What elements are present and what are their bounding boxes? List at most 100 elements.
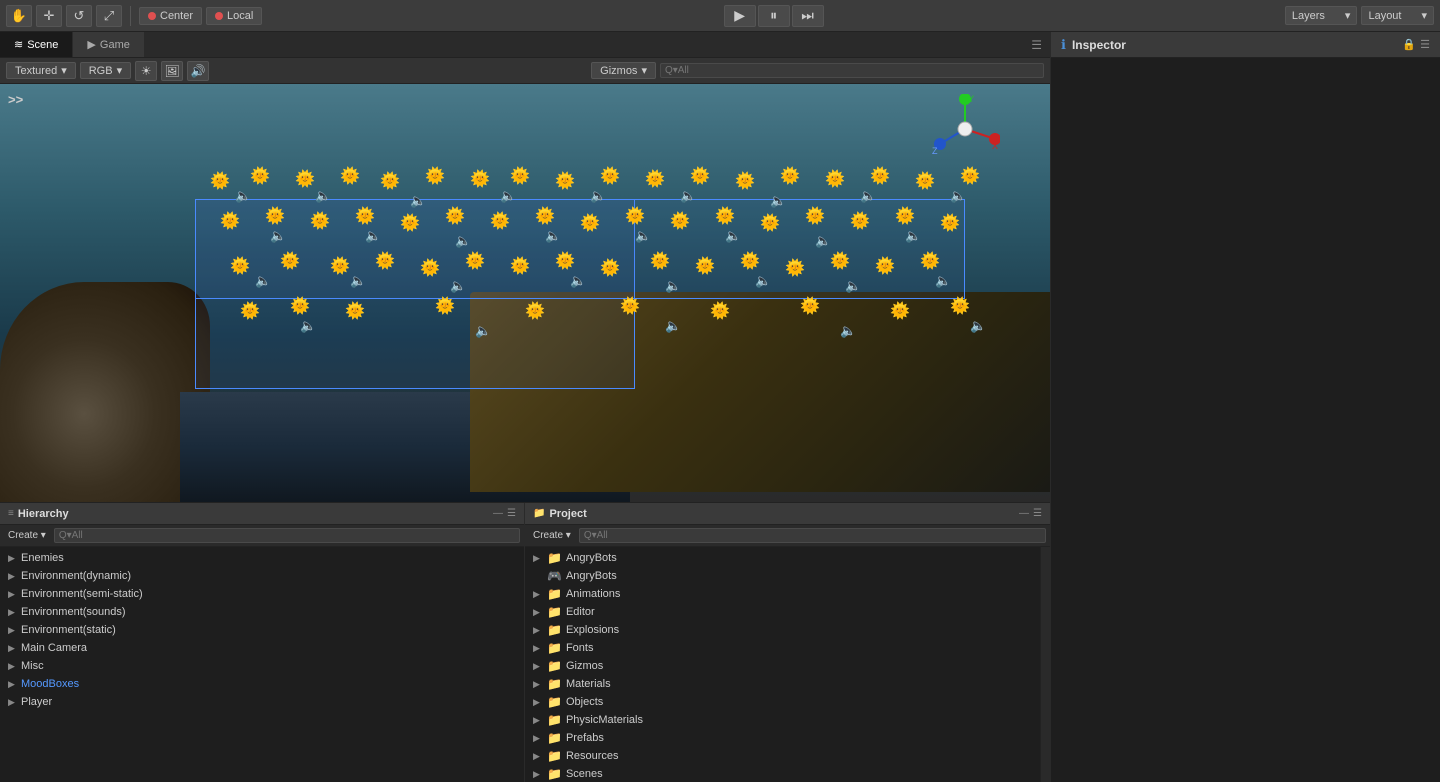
- panel-options-button[interactable]: ☰: [1023, 32, 1050, 57]
- speaker-gizmo-1: 🔈: [235, 189, 251, 202]
- scene-viewport[interactable]: 🌞 🌞 🌞 🌞 🌞 🌞 🌞 🌞 🌞 🌞 🌞 🌞 🌞 🌞 🌞 🌞: [0, 84, 1050, 502]
- gizmos-arrow-icon: ▾: [641, 64, 647, 77]
- proj-arrow-icon: ▶: [533, 589, 543, 600]
- hierarchy-item-env-static[interactable]: ▶ Environment(static): [0, 621, 524, 639]
- hierarchy-item-env-sounds[interactable]: ▶ Environment(sounds): [0, 603, 524, 621]
- project-item-materials[interactable]: ▶ 📁 Materials: [525, 675, 1040, 693]
- sun-gizmo-33: 🌞: [850, 214, 870, 230]
- shading-dropdown[interactable]: Textured ▾: [6, 62, 76, 79]
- sun-gizmo-53: 🌞: [290, 299, 310, 315]
- center-button[interactable]: Center: [139, 7, 202, 25]
- project-scrollbar[interactable]: [1040, 547, 1050, 782]
- hierarchy-item-misc[interactable]: ▶ Misc: [0, 657, 524, 675]
- project-item-scenes[interactable]: ▶ 📁 Scenes: [525, 765, 1040, 782]
- project-item-resources[interactable]: ▶ 📁 Resources: [525, 747, 1040, 765]
- gizmos-dropdown[interactable]: Gizmos ▾: [591, 62, 656, 79]
- sun-gizmo-25: 🌞: [490, 214, 510, 230]
- project-item-objects[interactable]: ▶ 📁 Objects: [525, 693, 1040, 711]
- scene-tab[interactable]: ≋ Scene: [0, 32, 73, 57]
- sun-gizmo-56: 🌞: [525, 304, 545, 320]
- rotate-tool-button[interactable]: ↺: [66, 5, 92, 27]
- speaker-gizmo-27: 🔈: [475, 324, 491, 337]
- project-content: ▶ 📁 AngryBots ▶ 🎮 AngryBots ▶ 📁 A: [525, 547, 1040, 782]
- move-tool-button[interactable]: ✛: [36, 5, 62, 27]
- hierarchy-header-left: ≡ Hierarchy: [8, 508, 69, 520]
- project-header-left: 📁 Project: [533, 508, 587, 520]
- folder-icon: 📁: [547, 749, 562, 763]
- audio-toggle[interactable]: 🔊: [187, 61, 209, 81]
- folder-icon: 📁: [547, 623, 562, 637]
- expand-scene-button[interactable]: >>: [8, 92, 23, 107]
- hierarchy-options-button[interactable]: ☰: [507, 508, 516, 519]
- sun-gizmo-10: 🌞: [600, 169, 620, 185]
- scale-tool-button[interactable]: ⤢: [96, 5, 122, 27]
- inspector-lock-button[interactable]: 🔒: [1402, 38, 1416, 51]
- project-item-prefabs[interactable]: ▶ 📁 Prefabs: [525, 729, 1040, 747]
- project-options-button[interactable]: ☰: [1033, 508, 1042, 519]
- layers-dropdown[interactable]: Layers ▾: [1285, 6, 1358, 25]
- speaker-gizmo-19: 🔈: [350, 274, 366, 287]
- folder-icon: 📁: [547, 767, 562, 781]
- project-collapse-button[interactable]: —: [1019, 508, 1029, 519]
- main-toolbar: ✋ ✛ ↺ ⤢ Center Local ▶ ⏸ ⏭ Layers ▾ Layo…: [0, 0, 1440, 32]
- hand-tool-button[interactable]: ✋: [6, 5, 32, 27]
- sun-gizmo-5: 🌞: [380, 174, 400, 190]
- sun-gizmo-47: 🌞: [740, 254, 760, 270]
- project-item-editor[interactable]: ▶ 📁 Editor: [525, 603, 1040, 621]
- hierarchy-search-input[interactable]: [54, 528, 520, 543]
- proj-item-label: Materials: [566, 678, 611, 690]
- folder-icon: 📁: [547, 605, 562, 619]
- scene-tab-icon: ≋: [14, 38, 23, 51]
- folder-icon: 📁: [547, 587, 562, 601]
- layout-dropdown[interactable]: Layout ▾: [1361, 6, 1434, 25]
- tree-arrow-icon: ▶: [8, 607, 18, 618]
- hierarchy-collapse-button[interactable]: —: [493, 508, 503, 519]
- game-tab[interactable]: ▶ Game: [73, 32, 144, 57]
- pause-button[interactable]: ⏸: [758, 5, 790, 27]
- speaker-gizmo-20: 🔈: [450, 279, 466, 292]
- color-arrow-icon: ▾: [117, 64, 123, 77]
- proj-item-label: Resources: [566, 750, 619, 762]
- sun-gizmo-34: 🌞: [895, 209, 915, 225]
- speaker-gizmo-28: 🔈: [665, 319, 681, 332]
- image-toggle[interactable]: 🖼: [161, 61, 183, 81]
- project-item-animations[interactable]: ▶ 📁 Animations: [525, 585, 1040, 603]
- scene-gizmo-icons: 🌞 🌞 🌞 🌞 🌞 🌞 🌞 🌞 🌞 🌞 🌞 🌞 🌞 🌞 🌞 🌞: [200, 164, 1000, 464]
- project-item-fonts[interactable]: ▶ 📁 Fonts: [525, 639, 1040, 657]
- rock-formation: [0, 282, 210, 502]
- sun-gizmo-13: 🌞: [735, 174, 755, 190]
- hierarchy-item-enemies[interactable]: ▶ Enemies: [0, 549, 524, 567]
- step-button[interactable]: ⏭: [792, 5, 824, 27]
- scene-search-input[interactable]: [660, 63, 1044, 78]
- sun-gizmo-44: 🌞: [600, 261, 620, 277]
- hierarchy-item-env-dynamic[interactable]: ▶ Environment(dynamic): [0, 567, 524, 585]
- game-tab-label: Game: [100, 39, 130, 51]
- sun-gizmo-19: 🌞: [220, 214, 240, 230]
- project-item-angrybots-folder[interactable]: ▶ 📁 AngryBots: [525, 549, 1040, 567]
- sun-gizmo-50: 🌞: [875, 259, 895, 275]
- project-item-physic-materials[interactable]: ▶ 📁 PhysicMaterials: [525, 711, 1040, 729]
- sun-toggle[interactable]: ☀: [135, 61, 157, 81]
- project-search-input[interactable]: [579, 528, 1046, 543]
- folder-icon: 📁: [547, 551, 562, 565]
- gizmo-widget: Y X Z: [930, 94, 1000, 164]
- tree-arrow-icon: ▶: [8, 643, 18, 654]
- proj-item-label: Prefabs: [566, 732, 604, 744]
- color-dropdown[interactable]: RGB ▾: [80, 62, 131, 79]
- project-create-button[interactable]: Create ▾: [529, 529, 575, 542]
- hierarchy-create-button[interactable]: Create ▾: [4, 529, 50, 542]
- sun-gizmo-12: 🌞: [690, 169, 710, 185]
- hierarchy-title: Hierarchy: [18, 508, 69, 520]
- hierarchy-item-player[interactable]: ▶ Player: [0, 693, 524, 711]
- hierarchy-item-moodboxes[interactable]: ▶ MoodBoxes: [0, 675, 524, 693]
- project-item-explosions[interactable]: ▶ 📁 Explosions: [525, 621, 1040, 639]
- color-label: RGB: [89, 65, 113, 77]
- play-button[interactable]: ▶: [724, 5, 756, 27]
- hierarchy-item-main-camera[interactable]: ▶ Main Camera: [0, 639, 524, 657]
- project-item-gizmos[interactable]: ▶ 📁 Gizmos: [525, 657, 1040, 675]
- inspector-menu-button[interactable]: ☰: [1420, 38, 1430, 51]
- proj-arrow-icon: ▶: [533, 679, 543, 690]
- local-button[interactable]: Local: [206, 7, 262, 25]
- hierarchy-item-env-semi-static[interactable]: ▶ Environment(semi-static): [0, 585, 524, 603]
- project-item-angrybots-asset[interactable]: ▶ 🎮 AngryBots: [525, 567, 1040, 585]
